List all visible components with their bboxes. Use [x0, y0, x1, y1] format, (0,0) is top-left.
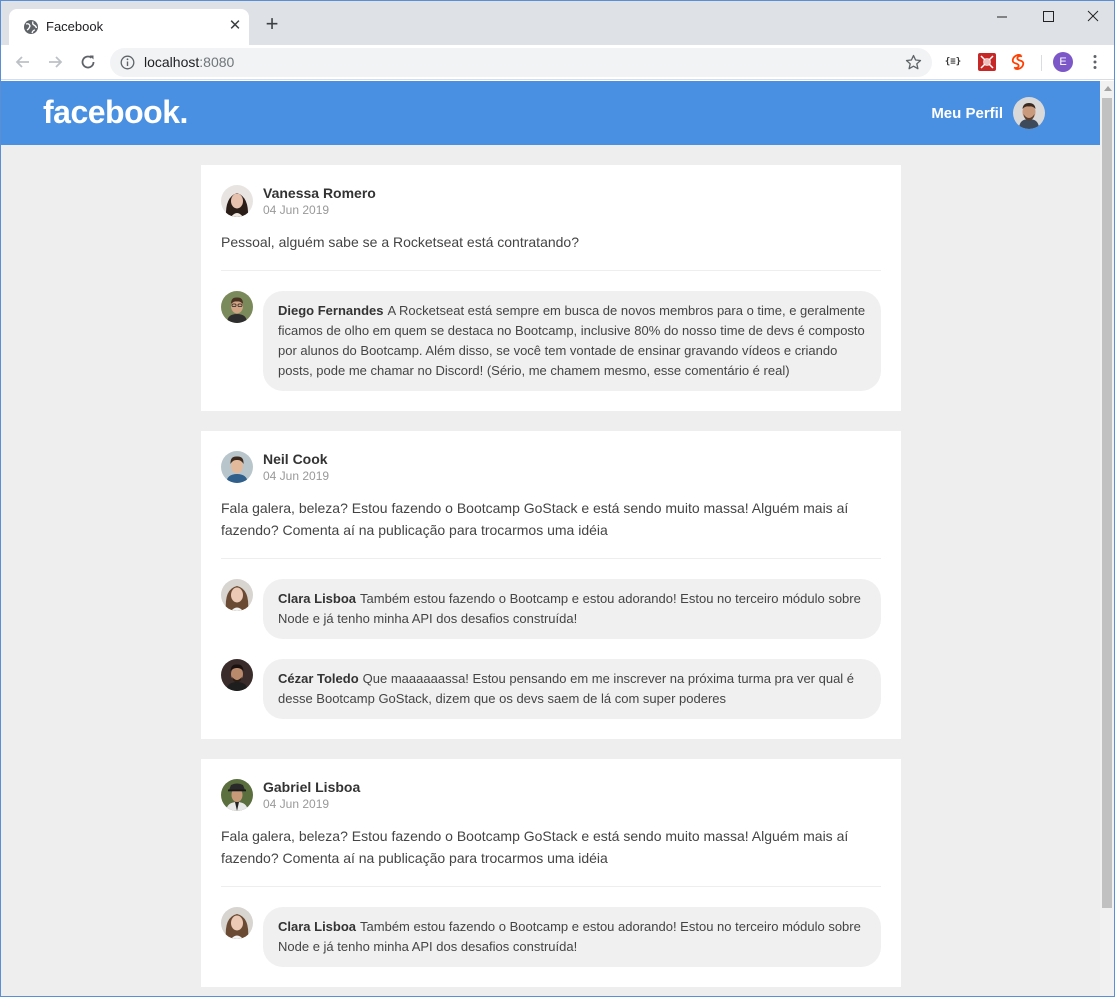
- close-tab-icon[interactable]: ✕: [227, 18, 243, 34]
- page-viewport: facebook. Meu Perfil Vanessa Romero 04 J…: [1, 81, 1100, 996]
- commenter-avatar: [221, 291, 253, 323]
- post-meta: Neil Cook 04 Jun 2019: [263, 451, 329, 484]
- profile-link[interactable]: Meu Perfil: [931, 97, 1045, 129]
- post-author: Vanessa Romero: [263, 184, 376, 201]
- toolbar-separator: [1041, 55, 1042, 71]
- commenter-avatar: [221, 579, 253, 611]
- globe-icon: [24, 20, 38, 34]
- maximize-icon[interactable]: [1038, 7, 1058, 27]
- post-divider: [221, 270, 881, 271]
- post-divider: [221, 886, 881, 887]
- post-author: Neil Cook: [263, 450, 328, 467]
- author-avatar: [221, 451, 253, 483]
- post-header: Gabriel Lisboa 04 Jun 2019: [221, 779, 881, 811]
- window-close-icon[interactable]: [1083, 7, 1103, 27]
- minimize-icon[interactable]: [992, 7, 1012, 27]
- comment-bubble: Clara Lisboa Também estou fazendo o Bootc…: [263, 907, 881, 967]
- url-host: localhost: [144, 54, 200, 70]
- post-date: 04 Jun 2019: [263, 202, 330, 217]
- comment: Clara Lisboa Também estou fazendo o Bootc…: [221, 907, 881, 967]
- forward-arrow-icon[interactable]: [46, 53, 64, 71]
- browser-profile-avatar[interactable]: E: [1053, 52, 1073, 72]
- browser-tab[interactable]: Facebook ✕: [9, 9, 249, 45]
- commenter-avatar: [221, 659, 253, 691]
- comment: Clara Lisboa Também estou fazendo o Bootc…: [221, 579, 881, 639]
- new-tab-icon[interactable]: +: [263, 13, 281, 35]
- post-header: Neil Cook 04 Jun 2019: [221, 451, 881, 483]
- bookmark-star-icon[interactable]: [905, 54, 922, 71]
- post-meta: Gabriel Lisboa 04 Jun 2019: [263, 779, 360, 812]
- comment-bubble: Cézar Toledo Que maaaaaassa! Estou pensan…: [263, 659, 881, 719]
- author-avatar: [221, 185, 253, 217]
- post-author: Gabriel Lisboa: [263, 778, 361, 795]
- kebab-menu-icon[interactable]: [1088, 53, 1102, 71]
- comment-bubble: Diego Fernandes A Rocketseat está sempre …: [263, 291, 881, 391]
- svelte-extension-icon[interactable]: [1009, 53, 1027, 71]
- comment-text: Também estou fazendo o Bootcamp e estou …: [278, 919, 861, 954]
- json-viewer-extension-icon[interactable]: {≡}: [944, 53, 962, 71]
- url-text: localhost:8080: [144, 54, 234, 70]
- browser-window: Facebook ✕ + localhost:8080 {≡} E facebo…: [0, 0, 1115, 997]
- comment: Diego Fernandes A Rocketseat está sempre …: [221, 291, 881, 391]
- post-content: Pessoal, alguém sabe se a Rocketseat est…: [221, 234, 579, 250]
- post-date: 04 Jun 2019: [263, 796, 330, 811]
- extension-icon[interactable]: [978, 53, 996, 71]
- post-card: Gabriel Lisboa 04 Jun 2019 Fala galera, …: [201, 759, 901, 987]
- post-divider: [221, 558, 881, 559]
- comment-author: Clara Lisboa: [278, 919, 357, 934]
- scrollbar-thumb[interactable]: [1102, 98, 1112, 908]
- comment-text: Também estou fazendo o Bootcamp e estou …: [278, 591, 861, 626]
- scroll-up-arrow-icon[interactable]: [1104, 86, 1112, 91]
- comment-bubble: Clara Lisboa Também estou fazendo o Bootc…: [263, 579, 881, 639]
- post-date: 04 Jun 2019: [263, 468, 330, 483]
- site-logo[interactable]: facebook.: [43, 94, 188, 131]
- info-icon[interactable]: [120, 55, 135, 70]
- profile-label[interactable]: Meu Perfil: [931, 105, 1003, 122]
- reload-icon[interactable]: [79, 53, 97, 71]
- commenter-avatar: [221, 907, 253, 939]
- address-bar[interactable]: localhost:8080: [110, 48, 932, 77]
- post-meta: Vanessa Romero 04 Jun 2019: [263, 185, 376, 218]
- back-arrow-icon[interactable]: [14, 53, 32, 71]
- tab-bar: Facebook ✕ +: [1, 1, 1114, 45]
- comment-text: Que maaaaaassa! Estou pensando em me ins…: [278, 671, 855, 706]
- url-port: :8080: [199, 54, 235, 70]
- page-scrollbar[interactable]: [1100, 81, 1114, 996]
- author-avatar: [221, 779, 253, 811]
- comment: Cézar Toledo Que maaaaaassa! Estou pensan…: [221, 659, 881, 719]
- post-content: Fala galera, beleza? Estou fazendo o Boo…: [221, 828, 849, 866]
- profile-avatar[interactable]: [1013, 97, 1045, 129]
- browser-toolbar: localhost:8080 {≡} E: [1, 45, 1114, 80]
- post-card: Vanessa Romero 04 Jun 2019 Pessoal, algu…: [201, 165, 901, 411]
- post-feed: Vanessa Romero 04 Jun 2019 Pessoal, algu…: [201, 165, 901, 996]
- comment-author: Clara Lisboa: [278, 591, 357, 606]
- tab-title: Facebook: [46, 19, 104, 34]
- comment-author: Cézar Toledo: [278, 671, 359, 686]
- post-card: Neil Cook 04 Jun 2019 Fala galera, belez…: [201, 431, 901, 739]
- comment-author: Diego Fernandes: [278, 303, 384, 318]
- site-header: facebook. Meu Perfil: [1, 81, 1100, 145]
- post-content: Fala galera, beleza? Estou fazendo o Boo…: [221, 500, 849, 538]
- post-header: Vanessa Romero 04 Jun 2019: [221, 185, 881, 217]
